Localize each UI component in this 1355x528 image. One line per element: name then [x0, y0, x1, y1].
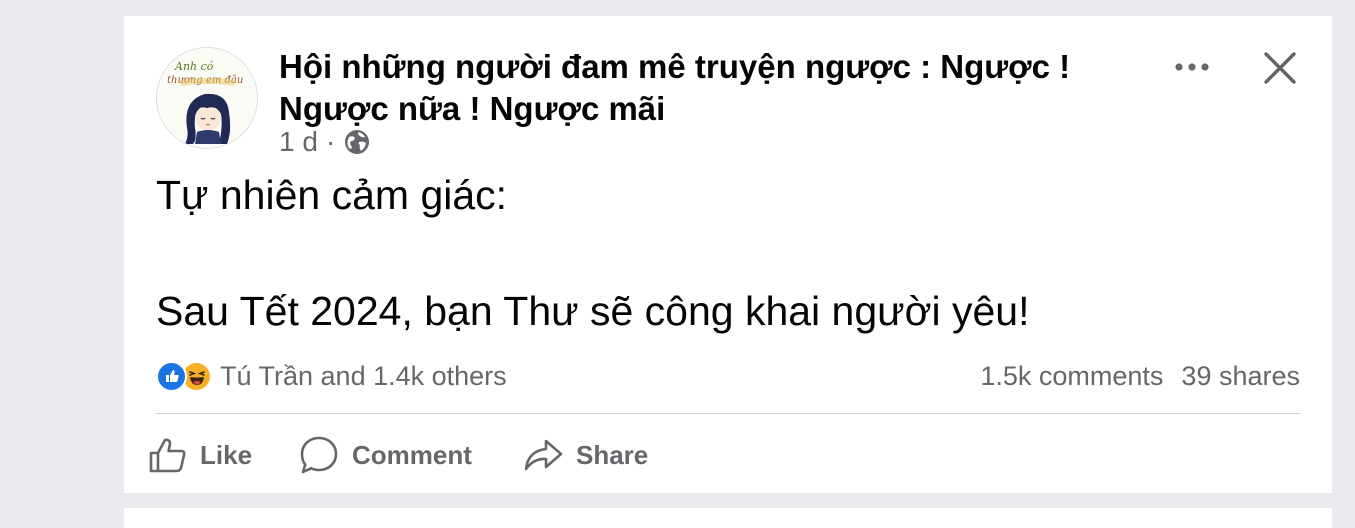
- comments-count[interactable]: 1.5k comments: [980, 361, 1163, 392]
- more-options-button[interactable]: [1164, 50, 1220, 84]
- group-name-link[interactable]: Hội những người đam mê truyện ngược : Ng…: [279, 46, 1119, 130]
- avatar-illustration: Anh có thương em đâu: [157, 48, 257, 148]
- actions-divider: [156, 413, 1300, 414]
- reactions-text[interactable]: Tú Trần and 1.4k others: [220, 361, 507, 392]
- post-text-line-1: Tự nhiên cảm giác:: [156, 172, 508, 218]
- thumbs-up-icon: [148, 435, 188, 475]
- like-label: Like: [200, 439, 253, 470]
- post-stats: 1.5k comments 39 shares: [980, 358, 1300, 394]
- post-timestamp[interactable]: 1 d: [279, 126, 318, 158]
- post-card: Anh có thương em đâu Hội những người đam…: [124, 16, 1332, 493]
- close-icon: [1264, 52, 1296, 84]
- avatar-caption-line1: Anh có: [174, 60, 214, 73]
- close-button[interactable]: [1254, 48, 1306, 88]
- like-reaction-icon: [156, 360, 187, 392]
- next-post-card-edge: [124, 508, 1332, 528]
- share-arrow-icon: [522, 435, 564, 475]
- globe-icon[interactable]: [343, 128, 371, 156]
- comment-bubble-icon: [298, 434, 340, 476]
- reactions-summary[interactable]: Tú Trần and 1.4k others: [156, 358, 507, 394]
- share-label: Share: [576, 439, 649, 470]
- group-avatar[interactable]: Anh có thương em đâu: [156, 47, 258, 149]
- post-text-spacer: [156, 224, 1306, 282]
- more-options-icon: [1175, 63, 1209, 71]
- post-text-line-2: Sau Tết 2024, bạn Thư sẽ công khai người…: [156, 288, 1030, 334]
- share-button[interactable]: Share: [522, 432, 662, 478]
- reaction-icons: [156, 360, 212, 392]
- meta-separator: ·: [325, 126, 336, 157]
- comment-button[interactable]: Comment: [298, 432, 522, 478]
- like-button[interactable]: Like: [148, 432, 298, 478]
- post-meta: 1 d ·: [279, 125, 371, 159]
- comment-label: Comment: [352, 439, 472, 470]
- post-body: Tự nhiên cảm giác: Sau Tết 2024, bạn Thư…: [156, 166, 1306, 340]
- post-actions: Like Comment Share: [148, 432, 662, 478]
- shares-count[interactable]: 39 shares: [1181, 361, 1300, 392]
